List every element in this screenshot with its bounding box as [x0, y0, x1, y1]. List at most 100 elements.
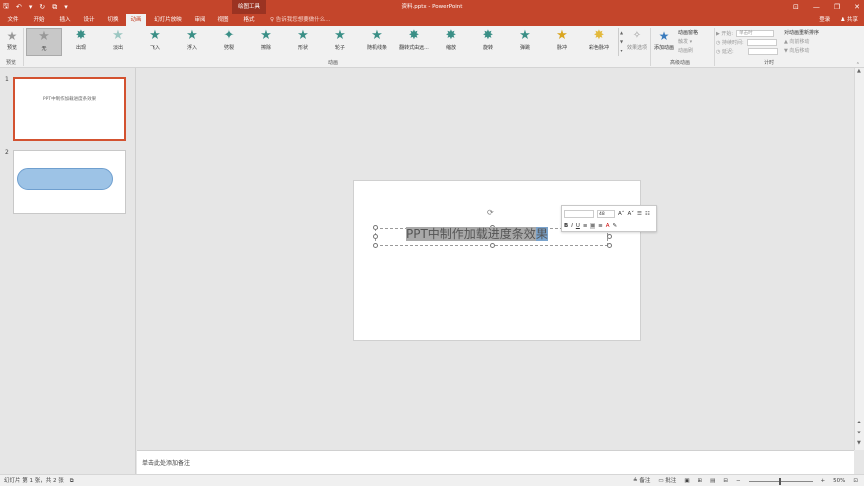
fit-to-window-icon[interactable]: ⊡: [853, 475, 858, 486]
tab-transitions[interactable]: 切换: [102, 14, 124, 26]
anim-random-bars[interactable]: ★ 随机线条: [359, 28, 395, 56]
bold-button[interactable]: B: [564, 223, 568, 229]
tab-animations[interactable]: 动画: [126, 14, 146, 26]
selected-text-cursor[interactable]: 果: [535, 227, 548, 241]
anim-none[interactable]: ★ 无: [26, 28, 62, 56]
grow-font-icon[interactable]: A˄: [618, 211, 625, 217]
tab-format[interactable]: 格式: [238, 14, 260, 26]
slide-thumbnail-2[interactable]: [13, 150, 126, 214]
zoom-slider[interactable]: [748, 477, 813, 485]
tab-home[interactable]: 开始: [28, 14, 50, 26]
anim-float-in[interactable]: ★ 浮入: [174, 28, 210, 56]
vertical-scrollbar[interactable]: ▲ ⏶ ⏷ ▼: [854, 68, 864, 450]
selected-text[interactable]: PPT中制作加载进度条效: [406, 227, 536, 241]
anim-swivel[interactable]: ✸ 旋转: [470, 28, 506, 56]
resize-handle[interactable]: [607, 234, 612, 239]
align-right-icon[interactable]: ≡: [598, 223, 603, 229]
zoom-in-button[interactable]: +: [821, 475, 826, 486]
anim-wipe[interactable]: ★ 擦除: [248, 28, 284, 56]
add-animation-button[interactable]: ★ 添加动画: [652, 28, 676, 58]
tab-slideshow[interactable]: 幻灯片放映: [150, 14, 186, 26]
align-left-icon[interactable]: ≡: [583, 223, 588, 229]
anim-appear[interactable]: ✸ 出现: [63, 28, 99, 56]
resize-handle[interactable]: [373, 234, 378, 239]
zoom-out-button[interactable]: −: [736, 475, 741, 486]
notes-toggle-button[interactable]: ≜ 备注: [633, 475, 650, 486]
numbering-icon[interactable]: ☷: [645, 211, 650, 217]
start-select[interactable]: 单击时: [736, 30, 775, 37]
undo-dropdown-icon[interactable]: ▾: [29, 3, 33, 11]
prev-slide-icon[interactable]: ⏶: [857, 420, 861, 426]
italic-button[interactable]: I: [571, 223, 573, 229]
window-title: 资料.pptx - PowerPoint: [401, 4, 463, 10]
save-icon[interactable]: 🖫: [3, 2, 9, 13]
close-icon[interactable]: ✕: [854, 3, 860, 11]
bullets-icon[interactable]: ☰: [637, 211, 642, 217]
slide-canvas[interactable]: ⟳ PPT中制作加载进度条效果 48 A˄ A˅ ☰ ☷ B I U ≡ ≡ ≡…: [353, 180, 657, 341]
anim-wheel[interactable]: ★ 轮子: [322, 28, 358, 56]
shrink-font-icon[interactable]: A˅: [628, 211, 635, 217]
anim-bounce[interactable]: ★ 弹跳: [507, 28, 543, 56]
anim-pulse[interactable]: ★ 脉冲: [544, 28, 580, 56]
anim-split[interactable]: ✦ 劈裂: [211, 28, 247, 56]
zoom-slider-thumb[interactable]: [778, 477, 781, 485]
language-icon[interactable]: ⧉: [70, 475, 74, 486]
duration-input[interactable]: [746, 39, 777, 46]
effect-options-button[interactable]: ✧ 效果选项: [624, 28, 650, 58]
resize-handle[interactable]: [490, 243, 495, 248]
undo-icon[interactable]: ↶: [16, 3, 22, 11]
move-later-button[interactable]: ▼ 向后移动: [784, 47, 834, 56]
customize-qat-icon[interactable]: ▾: [64, 3, 68, 11]
slideshow-view-icon[interactable]: ⊟: [723, 475, 728, 486]
sign-in-link[interactable]: 登录: [819, 14, 830, 26]
next-slide-icon[interactable]: ⏷: [857, 430, 861, 436]
scroll-up-icon[interactable]: ▲: [857, 68, 861, 74]
anim-color-pulse[interactable]: ✸ 彩色脉冲: [581, 28, 617, 56]
redo-icon[interactable]: ↻: [39, 3, 45, 11]
comments-toggle-button[interactable]: ▭ 批注: [658, 475, 676, 486]
scroll-down-icon[interactable]: ▼: [857, 440, 861, 446]
share-button[interactable]: ♟ 共享: [840, 14, 858, 26]
tab-design[interactable]: 设计: [78, 14, 100, 26]
notes-pane[interactable]: 单击此处添加备注: [137, 450, 854, 474]
animation-painter-button[interactable]: 动画刷: [678, 47, 714, 56]
reading-view-icon[interactable]: ▤: [710, 475, 715, 486]
start-presentation-icon[interactable]: ⧉: [52, 3, 57, 12]
animation-pane-button[interactable]: 动画窗格: [678, 29, 714, 38]
anim-grow-turn[interactable]: ✸ 翻转式由远...: [396, 28, 432, 56]
resize-handle[interactable]: [373, 243, 378, 248]
trigger-button[interactable]: 触发 ▾: [678, 38, 714, 47]
font-name-select[interactable]: [564, 209, 594, 218]
normal-view-icon[interactable]: ▣: [684, 475, 689, 486]
restore-icon[interactable]: ❐: [834, 3, 840, 11]
tab-file[interactable]: 文件: [3, 14, 23, 26]
anim-fly-in[interactable]: ★ 飞入: [137, 28, 173, 56]
delay-input[interactable]: [747, 48, 778, 55]
rotate-handle-icon[interactable]: ⟳: [487, 208, 494, 217]
anim-label: 形状: [297, 45, 308, 51]
anim-label: 飞入: [149, 45, 160, 51]
resize-handle[interactable]: [607, 243, 612, 248]
anim-shape[interactable]: ★ 形状: [285, 28, 321, 56]
anim-fade[interactable]: ★ 淡出: [100, 28, 136, 56]
tab-review[interactable]: 审阅: [190, 14, 210, 26]
minimize-icon[interactable]: —: [813, 3, 820, 11]
underline-button[interactable]: U: [576, 223, 580, 229]
font-size-select[interactable]: 48: [597, 209, 615, 218]
resize-handle[interactable]: [373, 225, 378, 230]
slide-thumbnail-1[interactable]: PPT中制作加载进度条效果: [13, 77, 126, 141]
sorter-view-icon[interactable]: ⊞: [698, 475, 703, 486]
reorder-title: 对动画重新排序: [784, 30, 820, 36]
tab-view[interactable]: 视图: [213, 14, 233, 26]
zoom-level[interactable]: 50%: [833, 475, 845, 486]
tab-insert[interactable]: 插入: [54, 14, 76, 26]
font-color-button[interactable]: A: [606, 223, 610, 229]
slide-title-text[interactable]: PPT中制作加载进度条效果: [406, 226, 548, 242]
move-earlier-button[interactable]: ▲ 向前移动: [784, 38, 834, 47]
align-center-icon[interactable]: ≡: [590, 222, 596, 229]
anim-zoom[interactable]: ✸ 缩放: [433, 28, 469, 56]
ribbon-display-options-icon[interactable]: ⊡: [793, 3, 799, 11]
format-painter-icon[interactable]: ✎: [612, 223, 617, 229]
tell-me-search[interactable]: ♀ 告诉我您想要做什么...: [270, 14, 331, 26]
preview-button[interactable]: ★ 预览: [2, 28, 22, 58]
